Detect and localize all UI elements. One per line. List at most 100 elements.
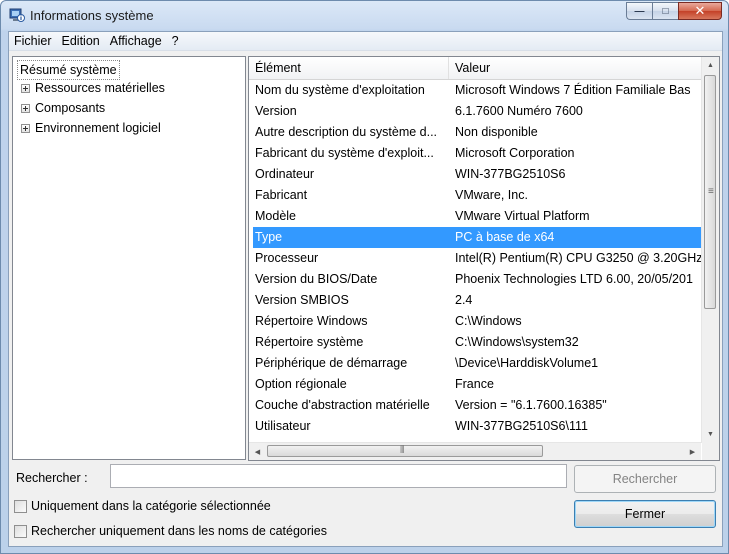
option-current-category[interactable]: Uniquement dans la catégorie sélectionné… (14, 499, 271, 513)
value-cell: C:\Windows (455, 314, 522, 328)
column-header-element[interactable]: Élément (249, 57, 449, 79)
menu-bar: Fichier Edition Affichage ? (9, 32, 722, 51)
element-cell: Ordinateur (255, 167, 315, 181)
table-row[interactable]: Ordinateur WIN-377BG2510S6 (253, 164, 701, 185)
table-row[interactable]: Processeur Intel(R) Pentium(R) CPU G3250 … (253, 248, 701, 269)
list-header: Élément Valeur (249, 57, 701, 80)
table-row[interactable]: Fabricant du système d'exploit... Microso… (253, 143, 701, 164)
value-cell: VMware, Inc. (455, 188, 528, 202)
expand-icon[interactable] (21, 103, 30, 113)
table-row[interactable]: Version du BIOS/Date Phoenix Technologies… (253, 269, 701, 290)
element-cell: Couche d'abstraction matérielle (255, 398, 430, 412)
table-row[interactable]: Répertoire Windows C:\Windows (253, 311, 701, 332)
menu-fichier[interactable]: Fichier (9, 32, 57, 50)
value-cell: C:\Windows\system32 (455, 335, 579, 349)
close-button[interactable]: Fermer (574, 500, 716, 528)
table-row[interactable]: Utilisateur WIN-377BG2510S6\111 (253, 416, 701, 437)
checkbox-label: Uniquement dans la catégorie sélectionné… (31, 499, 271, 513)
tree-item-hardware[interactable]: Ressources matérielles (21, 79, 165, 97)
element-cell: Processeur (255, 251, 319, 265)
search-label: Rechercher : (16, 471, 88, 485)
caption-buttons: — □ ✕ (626, 2, 722, 21)
value-cell: Microsoft Corporation (455, 146, 575, 160)
expand-icon[interactable] (21, 83, 30, 93)
value-cell: PC à base de x64 (455, 230, 555, 244)
menu-affichage[interactable]: Affichage (105, 32, 167, 50)
checkbox-label: Rechercher uniquement dans les noms de c… (31, 524, 328, 538)
value-cell: Intel(R) Pentium(R) CPU G3250 @ 3.20GHz, (455, 251, 701, 265)
value-cell: \Device\HarddiskVolume1 (455, 356, 599, 370)
element-cell: Fabricant (255, 188, 308, 202)
element-cell: Type (255, 230, 283, 244)
maximize-button[interactable]: □ (652, 2, 678, 20)
element-cell: Répertoire système (255, 335, 364, 349)
table-row[interactable]: Nom du système d'exploitation Microsoft W… (253, 80, 701, 101)
search-button[interactable]: Rechercher (574, 465, 716, 493)
element-cell: Nom du système d'exploitation (255, 83, 425, 97)
client-area: Fichier Edition Affichage ? Résumé systè… (8, 31, 723, 547)
value-cell: 6.1.7600 Numéro 7600 (455, 104, 583, 118)
system-info-icon (9, 8, 25, 22)
horizontal-scroll-thumb[interactable]: ⦀ (267, 445, 543, 457)
value-cell: Version = "6.1.7600.16385" (455, 398, 607, 412)
column-header-value[interactable]: Valeur (449, 57, 701, 79)
table-row[interactable]: Type PC à base de x64 (253, 227, 701, 248)
checkbox[interactable] (14, 499, 27, 513)
tree-item-label: Environnement logiciel (35, 121, 161, 135)
table-row[interactable]: Fabricant VMware, Inc. (253, 185, 701, 206)
value-cell: Non disponible (455, 125, 538, 139)
element-cell: Version du BIOS/Date (255, 272, 378, 286)
table-row[interactable]: Option régionale France (253, 374, 701, 395)
title-bar[interactable]: Informations système — □ ✕ (1, 1, 728, 31)
value-cell: Phoenix Technologies LTD 6.00, 20/05/201 (455, 272, 693, 286)
element-cell: Version SMBIOS (255, 293, 349, 307)
list-rows: Nom du système d'exploitation Microsoft W… (249, 80, 701, 440)
app-window: Informations système — □ ✕ Fichier Editi… (0, 0, 729, 554)
scroll-corner (702, 443, 719, 460)
element-cell: Modèle (255, 209, 296, 223)
menu-edition[interactable]: Edition (57, 32, 105, 50)
search-input[interactable] (110, 464, 567, 488)
option-category-names-only[interactable]: Rechercher uniquement dans les noms de c… (14, 524, 327, 538)
tree-item-label: Composants (35, 101, 106, 115)
horizontal-scrollbar[interactable]: ◀ ⦀ ▶ (249, 442, 701, 460)
table-row[interactable]: Répertoire système C:\Windows\system32 (253, 332, 701, 353)
vertical-scroll-thumb[interactable]: ≡ (704, 75, 716, 309)
tree-item-components[interactable]: Composants (21, 99, 105, 117)
scroll-right-icon[interactable]: ▶ (684, 443, 701, 460)
table-row[interactable]: Version 6.1.7600 Numéro 7600 (253, 101, 701, 122)
tree-item-system-summary[interactable]: Résumé système (17, 60, 120, 80)
close-window-button[interactable]: ✕ (678, 2, 722, 20)
table-row[interactable]: Autre description du système d... Non dis… (253, 122, 701, 143)
element-cell: Fabricant du système d'exploit... (255, 146, 434, 160)
maximize-icon: □ (662, 5, 669, 17)
table-row[interactable]: Périphérique de démarrage \Device\Harddis… (253, 353, 701, 374)
menu-help[interactable]: ? (167, 32, 184, 50)
vertical-scrollbar[interactable]: ▲ ≡ ▼ (701, 57, 719, 443)
checkbox[interactable] (14, 524, 27, 538)
element-cell: Périphérique de démarrage (255, 356, 408, 370)
tree-item-label: Ressources matérielles (35, 81, 165, 95)
grip-icon: ⦀ (400, 445, 405, 456)
minimize-icon: — (634, 5, 645, 17)
value-cell: France (455, 377, 494, 391)
element-cell: Répertoire Windows (255, 314, 368, 328)
scroll-left-icon[interactable]: ◀ (249, 443, 266, 460)
value-cell: VMware Virtual Platform (455, 209, 590, 223)
details-list[interactable]: Élément Valeur Nom du système d'exploita… (248, 56, 720, 461)
scroll-up-icon[interactable]: ▲ (702, 57, 719, 74)
category-tree[interactable]: Résumé système Ressources matérielles Co… (12, 56, 246, 460)
element-cell: Autre description du système d... (255, 125, 438, 139)
table-row[interactable]: Modèle VMware Virtual Platform (253, 206, 701, 227)
expand-icon[interactable] (21, 123, 30, 133)
table-row[interactable]: Couche d'abstraction matérielle Version =… (253, 395, 701, 416)
element-cell: Option régionale (255, 377, 347, 391)
value-cell: 2.4 (455, 293, 473, 307)
table-row[interactable]: Version SMBIOS 2.4 (253, 290, 701, 311)
minimize-button[interactable]: — (626, 2, 652, 20)
value-cell: WIN-377BG2510S6 (455, 167, 566, 181)
element-cell: Version (255, 104, 297, 118)
window-title: Informations système (30, 8, 154, 23)
tree-item-software-env[interactable]: Environnement logiciel (21, 119, 161, 137)
scroll-down-icon[interactable]: ▼ (702, 426, 719, 443)
